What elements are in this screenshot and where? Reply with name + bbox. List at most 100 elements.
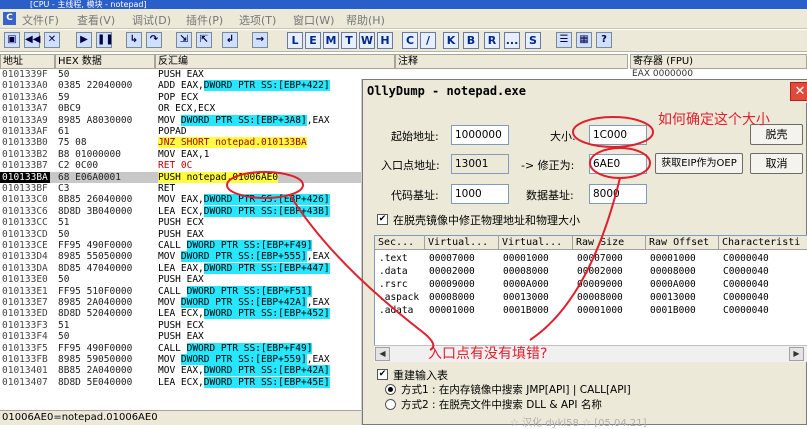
sections-col-rawoffset[interactable]: Raw Offset <box>646 236 719 250</box>
disasm-row[interactable]: 010133A0 0385 22040000 ADD EAX,DWORD PTR S… <box>0 80 365 92</box>
menu-view[interactable]: 查看(V) <box>77 12 115 28</box>
section-row[interactable]: .adata 00001000 0001B000 00001000 0001B000 C0… <box>375 304 807 317</box>
toolbar-modules-button[interactable]: E <box>305 32 321 49</box>
data-base-field[interactable]: 8000 <box>589 184 647 204</box>
disasm-row[interactable]: 010133ED 8D8D 52040000 LEA ECX,DWORD PTR S… <box>0 308 365 320</box>
disasm-row[interactable]: 010133B0 75 08 JNZ SHORT notepad.010133BA <box>0 137 365 149</box>
sections-col-rawsize[interactable]: Raw Size <box>573 236 646 250</box>
pause-icon[interactable]: ❚❚ <box>96 32 114 48</box>
rebuild-import-checkbox[interactable]: ✔ <box>377 369 388 380</box>
disasm-row[interactable]: 010133A6 59 POP ECX <box>0 92 365 103</box>
cancel-button[interactable]: 取消 <box>750 153 803 174</box>
col-header-address[interactable]: 地址 <box>0 54 55 69</box>
sections-col-name[interactable]: Sec... <box>375 236 425 250</box>
disasm-row[interactable]: 010133BA 68 E06A0001 PUSH notepad.01006AE0 <box>0 171 365 183</box>
toolbar-memory-button[interactable]: M <box>323 32 339 49</box>
trace-over-icon[interactable]: ⇱ <box>196 32 212 48</box>
disasm-row[interactable]: 010133FB 8985 59050000 MOV DWORD PTR SS:[E… <box>0 354 365 365</box>
close-process-icon[interactable]: ✕ <box>44 32 60 48</box>
get-eip-button[interactable]: 获取EIP作为OEP <box>655 153 743 174</box>
disassembly-pane[interactable]: 0101339F 50 PUSH EAX 010133A0 0385 22040000 A… <box>0 69 365 409</box>
disasm-row[interactable]: 010133F3 51 PUSH ECX <box>0 320 365 331</box>
step-over-icon[interactable]: ↷ <box>146 32 162 48</box>
menu-help[interactable]: 帮助(H) <box>346 12 385 28</box>
grid-icon[interactable]: ▦ <box>576 32 592 48</box>
disasm-row[interactable]: 010133BF C3 RET <box>0 183 365 194</box>
disasm-row[interactable]: 010133C6 8D8D 3B040000 LEA ECX,DWORD PTR S… <box>0 205 365 217</box>
disasm-row[interactable]: 01013407 8D8D 5E040000 LEA ECX,DWORD PTR S… <box>0 376 365 388</box>
section-row[interactable]: .data 00002000 00008000 00002000 00008000 C00… <box>375 265 807 278</box>
section-row[interactable]: .rsrc 00009000 0000A000 00009000 0000A000 C00… <box>375 278 807 291</box>
toolbar-handles-button[interactable]: H <box>377 32 393 49</box>
disasm-row[interactable]: 010133CE FF95 490F0000 CALL DWORD PTR SS:[… <box>0 240 365 251</box>
disasm-row[interactable]: 010133CC 51 PUSH ECX <box>0 217 365 228</box>
disasm-row[interactable]: 010133DA 8D85 47040000 LEA EAX,DWORD PTR S… <box>0 262 365 274</box>
toolbar-runtrace-button[interactable]: ... <box>504 32 520 49</box>
toolbar-cpu-button[interactable]: C <box>402 32 418 49</box>
size-field[interactable]: 1C000 <box>589 125 647 145</box>
row-hex: 0BC9 <box>58 103 81 115</box>
disasm-row[interactable]: 010133D4 8985 55050000 MOV DWORD PTR SS:[E… <box>0 251 365 263</box>
start-address-field[interactable]: 1000000 <box>451 125 509 145</box>
disasm-row[interactable]: 010133F5 FF95 490F0000 CALL DWORD PTR SS:[… <box>0 342 365 354</box>
method2-radio[interactable] <box>385 399 396 410</box>
row-hex: 50 <box>58 331 70 343</box>
row-address: 010133BF <box>2 183 48 194</box>
toolbar-source-button[interactable]: S <box>525 32 541 49</box>
disasm-row[interactable]: 010133E1 FF95 510F0000 CALL DWORD PTR SS:[… <box>0 285 365 297</box>
sections-col-characteristics[interactable]: Characteristi <box>719 236 807 250</box>
section-row[interactable]: .aspack 00008000 00013000 00008000 00013000 C… <box>375 291 807 304</box>
menu-debug[interactable]: 调试(D) <box>132 12 171 28</box>
menu-plugins[interactable]: 插件(P) <box>186 12 223 28</box>
method1-radio[interactable] <box>385 384 396 395</box>
disasm-row[interactable]: 010133AF 61 POPAD <box>0 126 365 137</box>
col-header-hex[interactable]: HEX 数据 <box>55 54 155 69</box>
disasm-row[interactable]: 0101339F 50 PUSH EAX <box>0 69 365 80</box>
code-base-field[interactable]: 1000 <box>451 184 509 204</box>
disasm-row[interactable]: 010133B7 C2 0C00 RET 0C <box>0 160 365 171</box>
entry-point-field[interactable]: 13001 <box>451 154 509 174</box>
step-into-icon[interactable]: ↳ <box>126 32 142 48</box>
toolbar-log-button[interactable]: L <box>287 32 303 49</box>
open-icon[interactable]: ▣ <box>4 32 20 48</box>
disasm-row[interactable]: 010133C0 8B85 26040000 MOV EAX,DWORD PTR S… <box>0 194 365 206</box>
list-icon[interactable]: ☰ <box>556 32 572 48</box>
run-icon[interactable]: ▶ <box>76 32 92 48</box>
menu-file[interactable]: 文件(F) <box>22 12 59 28</box>
toolbar-callstack-button[interactable]: K <box>443 32 459 49</box>
menu-options[interactable]: 选项(T) <box>239 12 276 28</box>
col-header-comment[interactable]: 注释 <box>395 54 628 69</box>
toolbar-windows-button[interactable]: W <box>359 32 375 49</box>
scroll-left-icon[interactable]: ◀ <box>375 347 390 361</box>
toolbar-patches-button[interactable]: / <box>420 32 436 49</box>
start-address-label: 起始地址: <box>391 130 439 143</box>
disasm-row[interactable]: 010133B2 B8 01000000 MOV EAX,1 <box>0 149 365 160</box>
toolbar-references-button[interactable]: R <box>484 32 500 49</box>
row-hex: 8D8D 5E040000 <box>58 376 133 388</box>
modify-to-field[interactable]: 6AE0 <box>589 154 647 174</box>
fix-raw-checkbox[interactable]: ✔ <box>377 214 388 225</box>
execute-till-return-icon[interactable]: ↲ <box>222 32 238 48</box>
disasm-row[interactable]: 010133CD 50 PUSH EAX <box>0 229 365 240</box>
restart-icon[interactable]: ◀◀ <box>24 32 40 48</box>
toolbar-threads-button[interactable]: T <box>341 32 357 49</box>
sections-col-voffset[interactable]: Virtual... <box>499 236 573 250</box>
disasm-row[interactable]: 010133F4 50 PUSH EAX <box>0 331 365 342</box>
row-address: 010133C6 <box>2 205 48 217</box>
disasm-row[interactable]: 010133A7 0BC9 OR ECX,ECX <box>0 103 365 114</box>
close-icon[interactable]: ✕ <box>790 82 807 101</box>
registers-header[interactable]: 寄存器 (FPU) <box>630 54 807 69</box>
disasm-row[interactable]: 010133E7 8985 2A040000 MOV DWORD PTR SS:[E… <box>0 297 365 308</box>
toolbar-breakpoints-button[interactable]: B <box>463 32 479 49</box>
disasm-row[interactable]: 010133E0 50 PUSH EAX <box>0 274 365 285</box>
section-row[interactable]: .text 00007000 00001000 00007000 00001000 C00… <box>375 252 807 265</box>
col-header-disasm[interactable]: 反汇编 <box>155 54 395 69</box>
disasm-row[interactable]: 01013401 8B85 2A040000 MOV EAX,DWORD PTR S… <box>0 365 365 377</box>
menu-window[interactable]: 窗口(W) <box>293 12 334 28</box>
trace-into-icon[interactable]: ⇲ <box>176 32 192 48</box>
disasm-row[interactable]: 010133A9 8985 A8030000 MOV DWORD PTR SS:[E… <box>0 114 365 126</box>
scroll-right-icon[interactable]: ▶ <box>789 347 804 361</box>
help-icon[interactable]: ? <box>596 32 612 48</box>
goto-icon[interactable]: → <box>252 32 268 48</box>
sections-col-vsize[interactable]: Virtual... <box>425 236 499 250</box>
